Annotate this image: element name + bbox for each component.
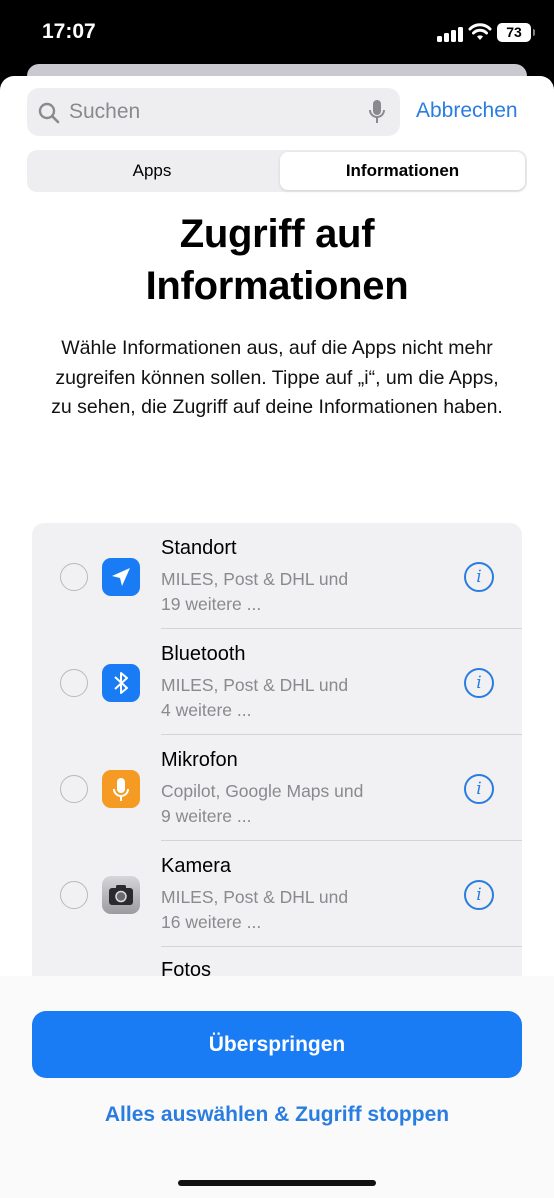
cellular-signal-icon xyxy=(437,26,463,42)
segmented-control: Apps Informationen xyxy=(27,150,527,192)
segment-information[interactable]: Informationen xyxy=(280,152,525,190)
status-time: 17:07 xyxy=(42,20,96,43)
list-item-mikrofon[interactable]: Mikrofon Copilot, Google Maps und 9 weit… xyxy=(32,735,522,841)
row-subtitle: MILES, Post & DHL und 4 weitere ... xyxy=(161,673,461,722)
segment-apps[interactable]: Apps xyxy=(29,152,275,190)
microphone-icon xyxy=(102,770,140,808)
radio-button[interactable] xyxy=(60,669,88,697)
radio-button[interactable] xyxy=(60,881,88,909)
page-description: Wähle Informationen aus, auf die Apps ni… xyxy=(51,337,503,418)
search-icon xyxy=(38,102,60,124)
row-subtitle: Copilot, Google Maps und 9 weitere ... xyxy=(161,779,461,828)
list-item-bluetooth[interactable]: Bluetooth MILES, Post & DHL und 4 weiter… xyxy=(32,629,522,735)
location-arrow-icon xyxy=(102,558,140,596)
home-indicator xyxy=(178,1180,376,1186)
row-title: Mikrofon xyxy=(161,749,238,771)
camera-icon xyxy=(102,876,140,914)
list-item-kamera[interactable]: Kamera MILES, Post & DHL und 16 weitere … xyxy=(32,841,522,947)
bluetooth-icon xyxy=(102,664,140,702)
battery-icon: 73 xyxy=(497,23,535,42)
row-subtitle-line2: 16 weitere ... xyxy=(161,911,262,932)
bottom-action-area xyxy=(0,976,554,1198)
privacy-sheet: Suchen Abbrechen Apps Informationen Zugr… xyxy=(0,76,554,1198)
cancel-button[interactable]: Abbrechen xyxy=(416,99,518,123)
row-subtitle-line2: 9 weitere ... xyxy=(161,805,252,826)
row-subtitle: MILES, Post & DHL und 19 weitere ... xyxy=(161,567,461,616)
row-title: Standort xyxy=(161,537,237,559)
microphone-icon[interactable] xyxy=(368,99,386,125)
row-subtitle: MILES, Post & DHL und 16 weitere ... xyxy=(161,885,461,934)
info-button[interactable]: i xyxy=(464,668,494,698)
skip-button[interactable]: Überspringen xyxy=(32,1011,522,1078)
search-placeholder: Suchen xyxy=(69,100,141,123)
row-subtitle-line1: MILES, Post & DHL und xyxy=(161,675,349,695)
page-title: Zugriff auf Informationen xyxy=(0,208,554,312)
search-input[interactable]: Suchen xyxy=(27,88,400,136)
row-subtitle-line1: MILES, Post & DHL und xyxy=(161,887,349,907)
info-button[interactable]: i xyxy=(464,880,494,910)
search-bar: Suchen Abbrechen xyxy=(27,88,527,136)
list-item-standort[interactable]: Standort MILES, Post & DHL und 19 weiter… xyxy=(32,523,522,629)
page-title-text: Zugriff auf Informationen xyxy=(145,212,409,308)
row-title: Kamera xyxy=(161,855,232,877)
information-list: Standort MILES, Post & DHL und 19 weiter… xyxy=(32,523,522,1023)
info-button[interactable]: i xyxy=(464,562,494,592)
row-subtitle-line1: Copilot, Google Maps und xyxy=(161,781,364,801)
row-subtitle-line1: MILES, Post & DHL und xyxy=(161,569,349,589)
wifi-icon xyxy=(468,23,492,40)
row-title: Bluetooth xyxy=(161,643,246,665)
row-subtitle-line2: 19 weitere ... xyxy=(161,593,262,614)
info-button[interactable]: i xyxy=(464,774,494,804)
radio-button[interactable] xyxy=(60,775,88,803)
select-all-stop-access-button[interactable]: Alles auswählen & Zugriff stoppen xyxy=(0,1102,554,1128)
row-subtitle-line2: 4 weitere ... xyxy=(161,699,252,720)
radio-button[interactable] xyxy=(60,563,88,591)
status-bar: 17:07 73 xyxy=(0,0,554,66)
